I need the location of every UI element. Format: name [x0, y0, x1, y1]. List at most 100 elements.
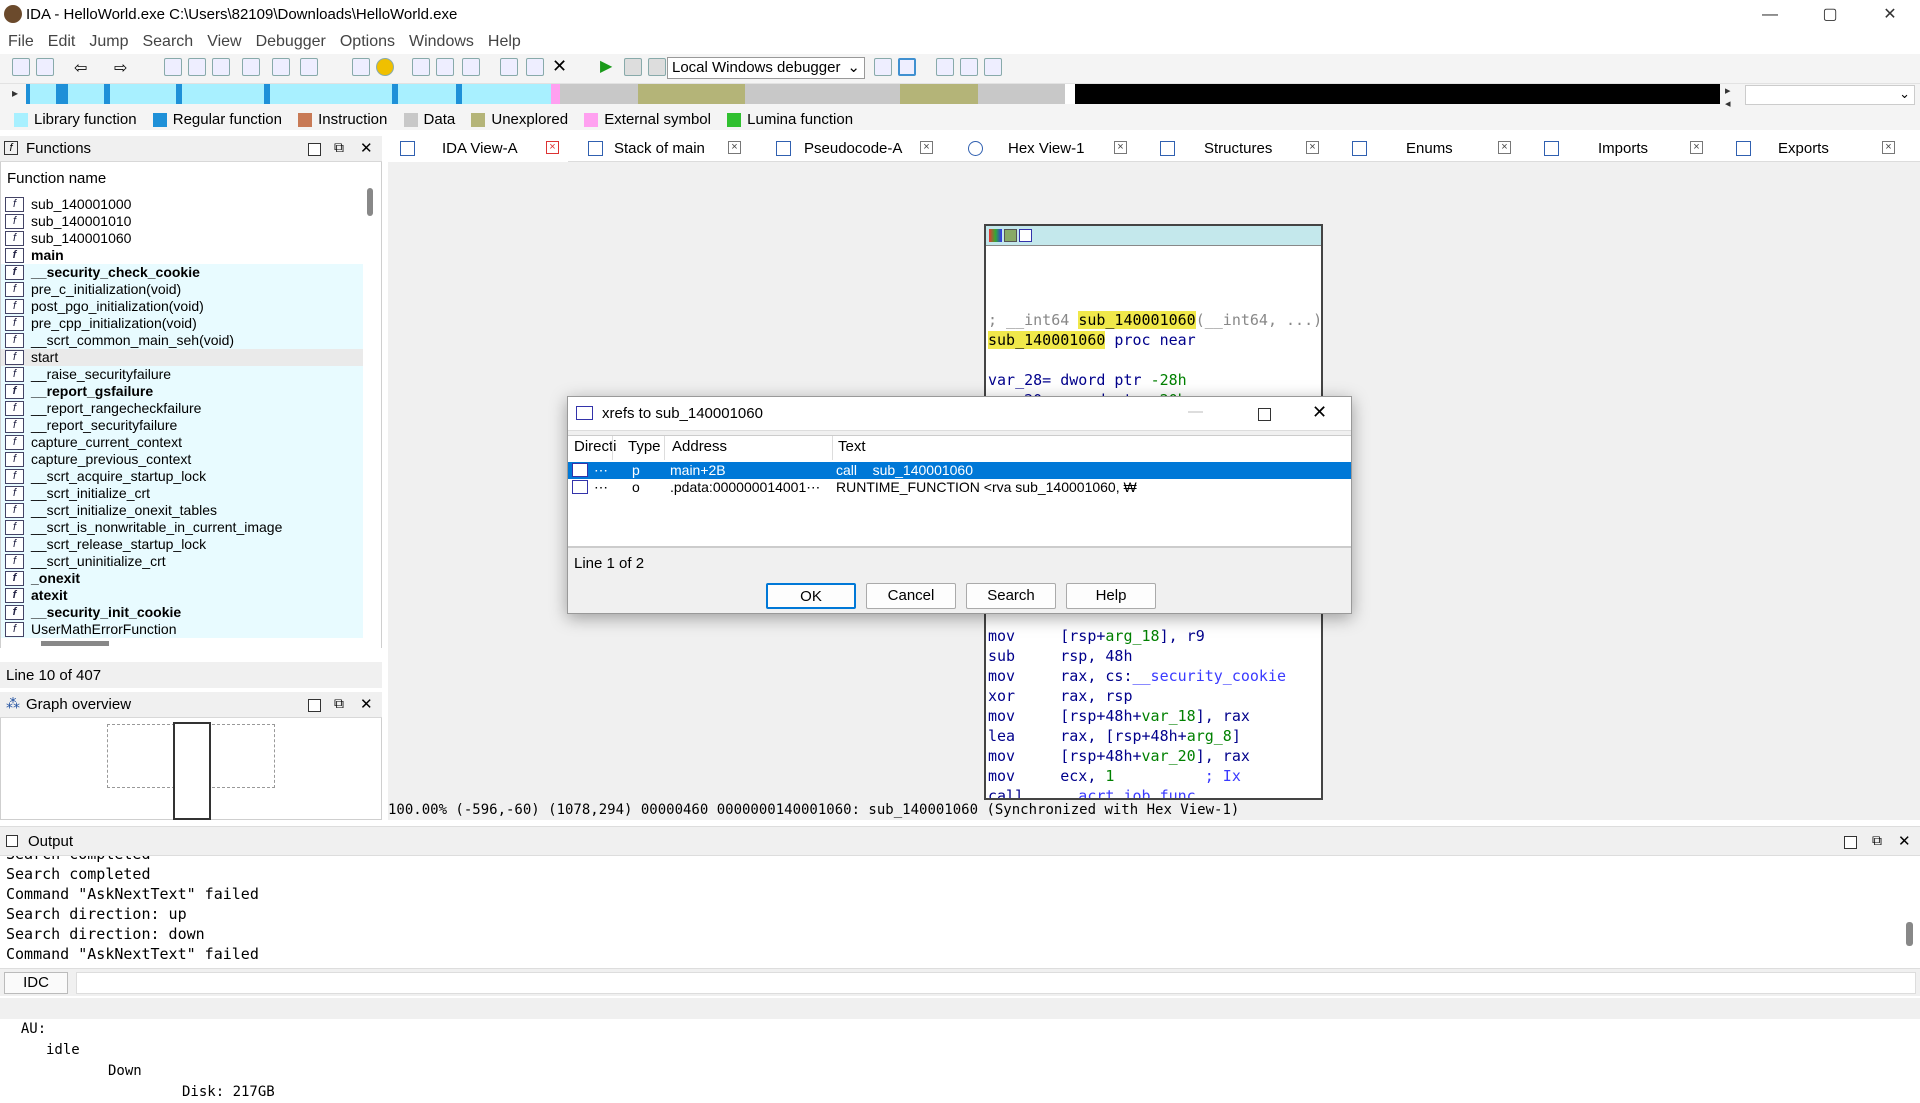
function-row[interactable]: f sub_140001060 — [1, 230, 363, 247]
minimize-button[interactable]: — — [1740, 0, 1800, 30]
menu-edit[interactable]: Edit — [40, 30, 82, 51]
function-row[interactable]: f __report_securityfailure — [1, 417, 363, 434]
code-line[interactable]: lea rax, [rsp+48h+arg_8] — [986, 726, 1321, 746]
code-line[interactable]: var_28= dword ptr -28h — [986, 370, 1321, 390]
close-x-icon[interactable]: ✕ — [552, 57, 570, 76]
close-panel-icon[interactable]: ✕ — [360, 695, 373, 713]
float-panel-icon[interactable]: ⧉ — [1872, 832, 1882, 849]
close-button[interactable]: ✕ — [1860, 0, 1920, 30]
menu-jump[interactable]: Jump — [81, 30, 134, 51]
tool-icon[interactable] — [898, 58, 916, 76]
color-icon[interactable] — [989, 229, 1002, 242]
output-scrollbar[interactable] — [1906, 922, 1913, 946]
menu-options[interactable]: Options — [332, 30, 401, 51]
col-type[interactable]: Type — [628, 438, 661, 455]
stop-icon[interactable] — [648, 58, 666, 76]
menu-windows[interactable]: Windows — [401, 30, 480, 51]
function-row[interactable]: f pre_c_initialization(void) — [1, 281, 363, 298]
float-panel-icon[interactable]: ⧉ — [334, 695, 344, 712]
ok-button[interactable]: OK — [766, 583, 856, 609]
code-line[interactable]: mov [rsp+48h+var_18], rax — [986, 706, 1321, 726]
tool-icon[interactable] — [436, 58, 454, 76]
tool-icon[interactable] — [936, 58, 954, 76]
xref-row[interactable]: ⋯ o .pdata:000000014001⋯ RUNTIME_FUNCTIO… — [568, 479, 1351, 496]
code-line[interactable] — [986, 350, 1321, 370]
back-icon[interactable]: ⇦ — [74, 58, 92, 77]
tool-icon[interactable] — [272, 58, 290, 76]
nav-select[interactable]: ⌄ — [1745, 85, 1915, 105]
cancel-button[interactable]: Cancel — [866, 583, 956, 609]
close-tab-icon[interactable]: × — [1498, 141, 1511, 154]
graph-edit-icon[interactable] — [1004, 229, 1017, 242]
lumina-icon[interactable] — [376, 58, 394, 76]
tool-icon[interactable] — [526, 58, 544, 76]
minimize-icon[interactable]: — — [1188, 403, 1203, 420]
maximize-panel-icon[interactable] — [308, 143, 321, 156]
close-tab-icon[interactable]: × — [1690, 141, 1703, 154]
function-row[interactable]: f __scrt_is_nonwritable_in_current_image — [1, 519, 363, 536]
function-row[interactable]: f start — [1, 349, 363, 366]
command-input[interactable] — [76, 972, 1916, 994]
nav-arrow-left-icon[interactable]: ▸ — [12, 86, 18, 100]
tool-icon[interactable] — [960, 58, 978, 76]
tab-stack-of-main[interactable]: Stack of main × — [580, 136, 756, 162]
function-row[interactable]: f __scrt_common_main_seh(void) — [1, 332, 363, 349]
function-row[interactable]: f post_pgo_initialization(void) — [1, 298, 363, 315]
function-row[interactable]: f __security_init_cookie — [1, 604, 363, 621]
h-scrollbar[interactable] — [41, 641, 109, 646]
tool-icon[interactable] — [212, 58, 230, 76]
tool-icon[interactable] — [412, 58, 430, 76]
tool-icon[interactable] — [500, 58, 518, 76]
tool-icon[interactable] — [462, 58, 480, 76]
help-button[interactable]: Help — [1066, 583, 1156, 609]
function-row[interactable]: f main — [1, 247, 363, 264]
function-row[interactable]: f __scrt_initialize_onexit_tables — [1, 502, 363, 519]
function-row[interactable]: f __report_gsfailure — [1, 383, 363, 400]
tab-hex-view-1[interactable]: Hex View-1 × — [960, 136, 1140, 162]
maximize-icon[interactable] — [1258, 408, 1271, 421]
function-row[interactable]: f _onexit — [1, 570, 363, 587]
function-row[interactable]: f __report_rangecheckfailure — [1, 400, 363, 417]
menu-view[interactable]: View — [199, 30, 247, 51]
scrollbar-thumb[interactable] — [367, 188, 373, 216]
forward-icon[interactable]: ⇨ — [114, 58, 132, 77]
function-row[interactable]: f __raise_securityfailure — [1, 366, 363, 383]
tool-icon[interactable] — [352, 58, 370, 76]
tab-ida-view-a[interactable]: IDA View-A × — [392, 136, 568, 162]
close-panel-icon[interactable]: ✕ — [1898, 832, 1911, 850]
tab-exports[interactable]: Exports × — [1728, 136, 1908, 162]
menu-debugger[interactable]: Debugger — [248, 30, 332, 51]
col-text[interactable]: Text — [838, 438, 866, 455]
navigation-strip[interactable] — [26, 84, 1720, 104]
idc-button[interactable]: IDC — [4, 972, 68, 994]
col-address[interactable]: Address — [672, 438, 727, 455]
menu-help[interactable]: Help — [480, 30, 527, 51]
code-line[interactable]: mov ecx, 1 ; Ix — [986, 766, 1321, 786]
function-row[interactable]: f capture_current_context — [1, 434, 363, 451]
tool-icon[interactable] — [188, 58, 206, 76]
maximize-panel-icon[interactable] — [308, 699, 321, 712]
function-row[interactable]: f UserMathErrorFunction — [1, 621, 363, 638]
tab-enums[interactable]: Enums × — [1344, 136, 1524, 162]
graph-node[interactable] — [173, 722, 211, 820]
code-line[interactable]: sub rsp, 48h — [986, 646, 1321, 666]
close-tab-icon[interactable]: × — [920, 141, 933, 154]
tab-pseudocode-a[interactable]: Pseudocode-A × — [768, 136, 948, 162]
function-row[interactable]: f sub_140001010 — [1, 213, 363, 230]
output-log[interactable]: Search completed Search completed Comman… — [0, 856, 1920, 966]
text-icon[interactable] — [300, 58, 318, 76]
tab-imports[interactable]: Imports × — [1536, 136, 1716, 162]
function-name-header[interactable]: Function name — [1, 162, 381, 187]
pause-icon[interactable] — [624, 58, 642, 76]
menu-file[interactable]: File — [0, 30, 40, 51]
float-panel-icon[interactable]: ⧉ — [334, 139, 344, 156]
tool-icon[interactable] — [164, 58, 182, 76]
nav-arrows-icon[interactable]: ▸ ◂ — [1725, 84, 1731, 110]
code-line[interactable]: xor rax, rsp — [986, 686, 1321, 706]
col-direction[interactable]: Directi — [574, 438, 617, 455]
menu-search[interactable]: Search — [134, 30, 199, 51]
close-tab-icon[interactable]: × — [1882, 141, 1895, 154]
tab-structures[interactable]: Structures × — [1152, 136, 1332, 162]
code-line[interactable]: mov [rsp+48h+var_20], rax — [986, 746, 1321, 766]
function-row[interactable]: f sub_140001000 — [1, 196, 363, 213]
